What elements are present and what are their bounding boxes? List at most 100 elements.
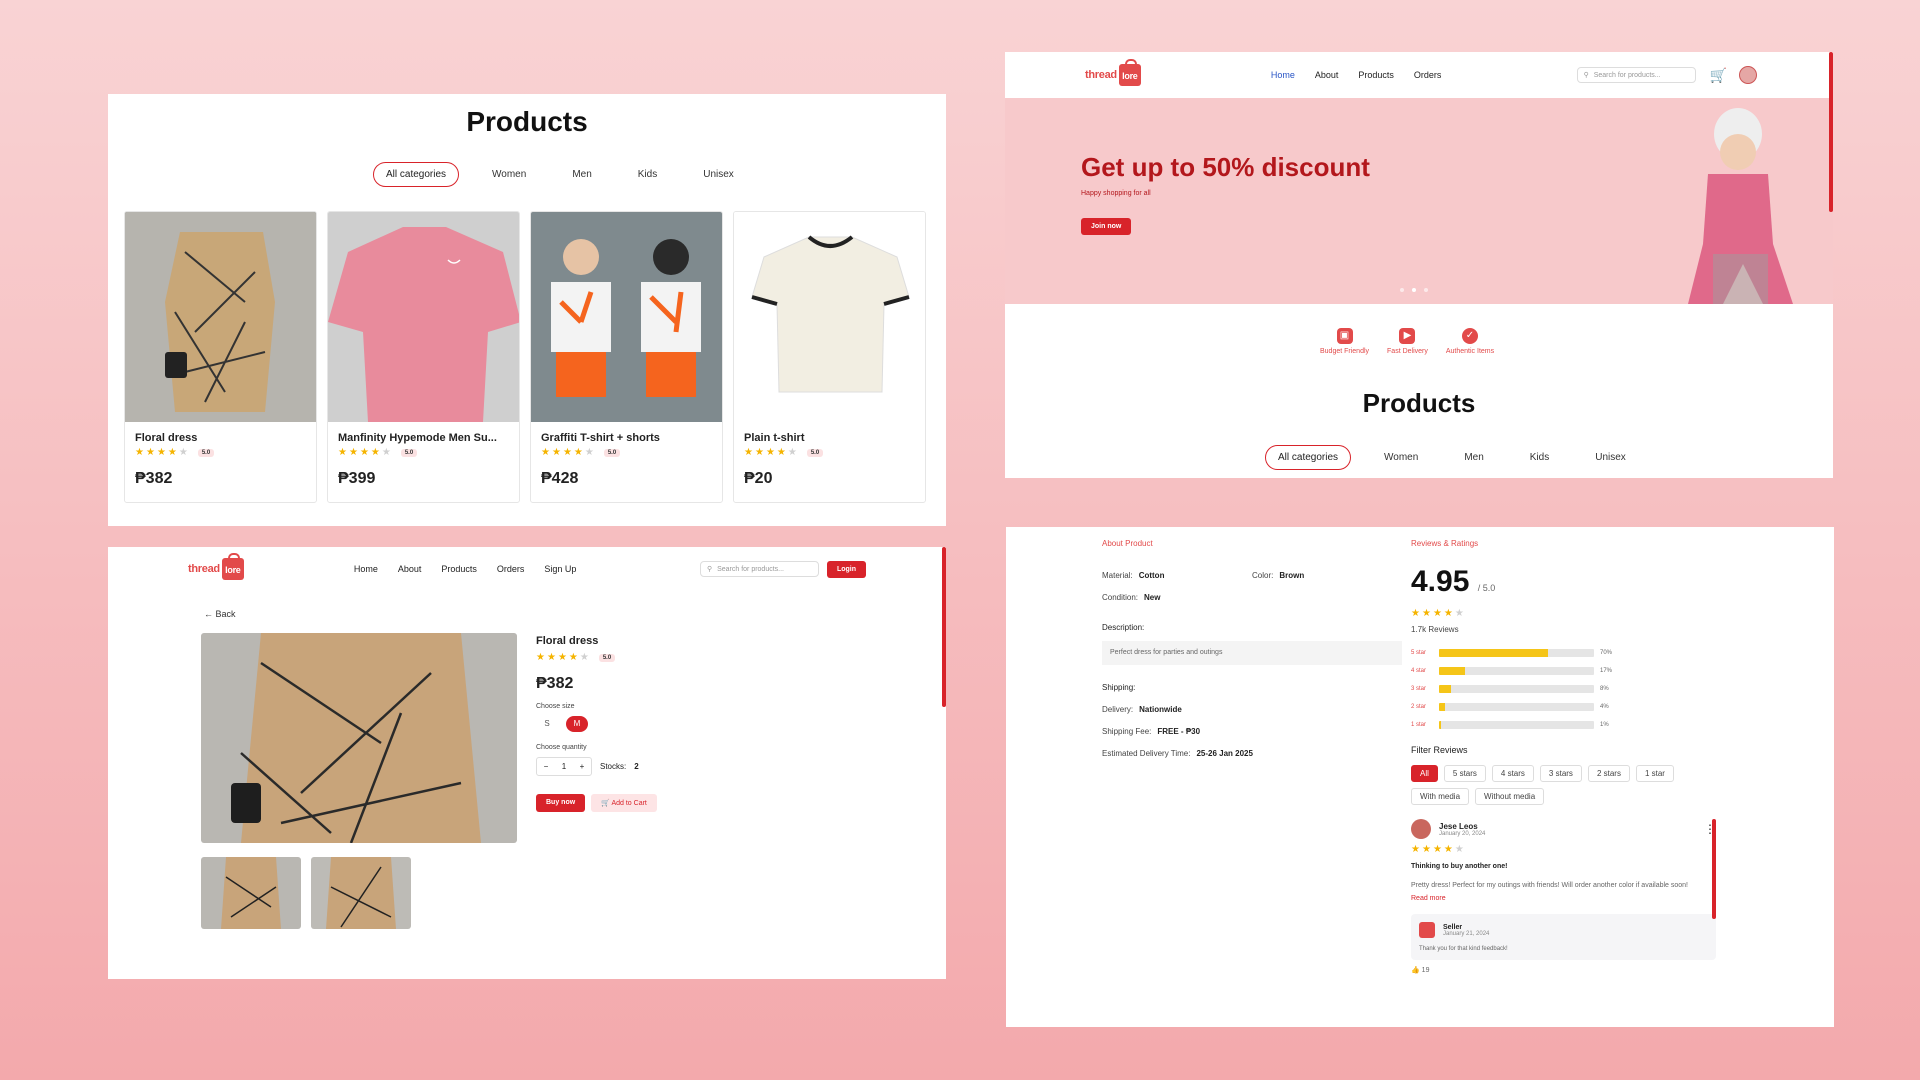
nav-products[interactable]: Products [1358,70,1394,80]
star-icon: ★ [562,447,572,458]
thumbnail-image[interactable] [311,857,411,929]
product-name: Manfinity Hypemode Men Su... [338,432,497,444]
nav-about[interactable]: About [398,564,422,574]
condition-row: Condition: New [1102,593,1160,602]
filter-1-star[interactable]: 1 star [1635,765,1674,782]
breakdown-row[interactable]: 4 star 17% [1411,662,1618,680]
product-price: ₱382 [536,675,574,692]
carousel-dot[interactable] [1400,288,1404,292]
breakdown-row[interactable]: 3 star 8% [1411,680,1618,698]
star-icon: ★ [579,652,589,663]
tab-all-categories[interactable]: All categories [373,162,460,187]
nav-sign-up[interactable]: Sign Up [544,564,576,574]
top-nav: thread lore Home About Products Orders ⚲ S… [1005,52,1833,99]
quantity-row: − 1 + Stocks: 2 [536,757,657,776]
breakdown-row[interactable]: 5 star 70% [1411,644,1618,662]
tab-men[interactable]: Men [559,162,604,187]
nav-home[interactable]: Home [1271,70,1295,80]
tab-kids[interactable]: Kids [625,162,670,187]
review-title: Thinking to buy another one! [1411,863,1508,870]
star-icon: ★ [359,447,369,458]
join-now-button[interactable]: Join now [1081,218,1132,235]
breakdown-pct: 8% [1600,686,1609,692]
star-icon: ★ [584,447,594,458]
buy-now-button[interactable]: Buy now [536,794,586,812]
tab-unisex[interactable]: Unisex [690,162,747,187]
product-price: ₱20 [744,470,773,487]
nav-orders[interactable]: Orders [1414,70,1442,80]
tab-women[interactable]: Women [479,162,539,187]
review-text: Pretty dress! Perfect for my outings wit… [1411,882,1689,889]
truck-icon: ▶ [1399,328,1416,344]
thumbs-up-icon: 👍 [1411,967,1420,974]
scrollbar[interactable] [1829,52,1833,212]
material-value: Cotton [1138,571,1165,580]
cart-icon[interactable]: 🛒 [1710,67,1727,84]
breakdown-pct: 4% [1600,704,1609,710]
carousel-dot[interactable] [1412,288,1416,292]
read-more-link[interactable]: Read more [1411,895,1716,902]
scrollbar[interactable] [1712,819,1716,919]
filter-all[interactable]: All [1411,765,1438,782]
star-icon: ★ [370,447,380,458]
nav-products[interactable]: Products [441,564,477,574]
tab-all-categories[interactable]: All categories [1265,445,1352,470]
eta-row: Estimated Delivery Time: 25-26 Jan 2025 [1102,749,1253,758]
review-filters: All 5 stars 4 stars 3 stars 2 stars 1 st… [1411,765,1721,805]
eta-value: 25-26 Jan 2025 [1196,749,1253,758]
filter-2-stars[interactable]: 2 stars [1587,765,1630,782]
avatar [1411,819,1431,839]
size-option-m[interactable]: M [566,716,588,732]
filter-3-stars[interactable]: 3 stars [1539,765,1582,782]
scrollbar[interactable] [942,547,946,707]
breakdown-row[interactable]: 2 star 4% [1411,698,1618,716]
brand-logo[interactable]: thread lore [188,553,244,580]
tab-kids[interactable]: Kids [1517,445,1562,470]
filter-with-media[interactable]: With media [1411,788,1470,805]
filter-5-stars[interactable]: 5 stars [1443,765,1486,782]
back-link[interactable]: ← Back [204,609,236,619]
like-row[interactable]: 👍 19 [1411,966,1716,974]
thumbnail-image[interactable] [201,857,301,929]
search-input[interactable]: ⚲ Search for products... [699,561,819,577]
color-label: Color: [1252,571,1274,580]
product-detail-panel: thread lore Home About Products Orders Si… [108,547,946,979]
nav-orders[interactable]: Orders [497,564,525,574]
avatar[interactable] [1739,66,1757,84]
tab-men[interactable]: Men [1451,445,1496,470]
brand-logo[interactable]: thread lore [1085,59,1141,86]
breakdown-pct: 70% [1600,650,1613,656]
size-option-s[interactable]: S [536,716,558,732]
star-icon: ★ [787,447,797,458]
reviews-ratings-title: Reviews & Ratings [1411,539,1479,548]
product-card[interactable]: Manfinity Hypemode Men Su... ★ ★ ★ ★ ★ 5.0 ₱… [327,211,520,503]
product-card[interactable]: Graffiti T-shirt + shorts ★ ★ ★ ★ ★ 5.0 ₱428 [530,211,723,503]
search-input[interactable]: ⚲ Search for products... [1576,67,1696,83]
nav-links: Home About Products Orders Sign Up [354,564,577,574]
tab-women[interactable]: Women [1371,445,1431,470]
carousel-dot[interactable] [1424,288,1428,292]
nav-about[interactable]: About [1315,70,1339,80]
breakdown-label: 3 star [1411,686,1427,692]
product-name: Graffiti T-shirt + shorts [541,432,660,444]
product-image-graffiti-set [531,212,722,422]
add-to-cart-button[interactable]: 🛒 Add to Cart [591,794,657,812]
product-card[interactable]: Floral dress ★ ★ ★ ★ ★ 5.0 ₱382 [124,211,317,503]
filter-4-stars[interactable]: 4 stars [1491,765,1534,782]
plus-icon[interactable]: + [573,758,591,775]
description-text: Perfect dress for parties and outings [1102,641,1402,665]
product-name: Floral dress [135,432,198,444]
eta-label: Estimated Delivery Time: [1102,749,1191,758]
filter-without-media[interactable]: Without media [1475,788,1545,805]
search-icon: ⚲ [706,566,713,573]
product-card[interactable]: Plain t-shirt ★ ★ ★ ★ ★ 5.0 ₱20 [733,211,926,503]
product-image-plain-tshirt [734,212,925,422]
minus-icon[interactable]: − [537,758,555,775]
nav-home[interactable]: Home [354,564,378,574]
quantity-value[interactable]: 1 [555,758,573,775]
login-button[interactable]: Login [826,560,866,578]
tab-unisex[interactable]: Unisex [1582,445,1639,470]
rating-badge: 5.0 [806,449,824,457]
breakdown-row[interactable]: 1 star 1% [1411,716,1618,734]
size-label: Choose size [536,703,575,710]
